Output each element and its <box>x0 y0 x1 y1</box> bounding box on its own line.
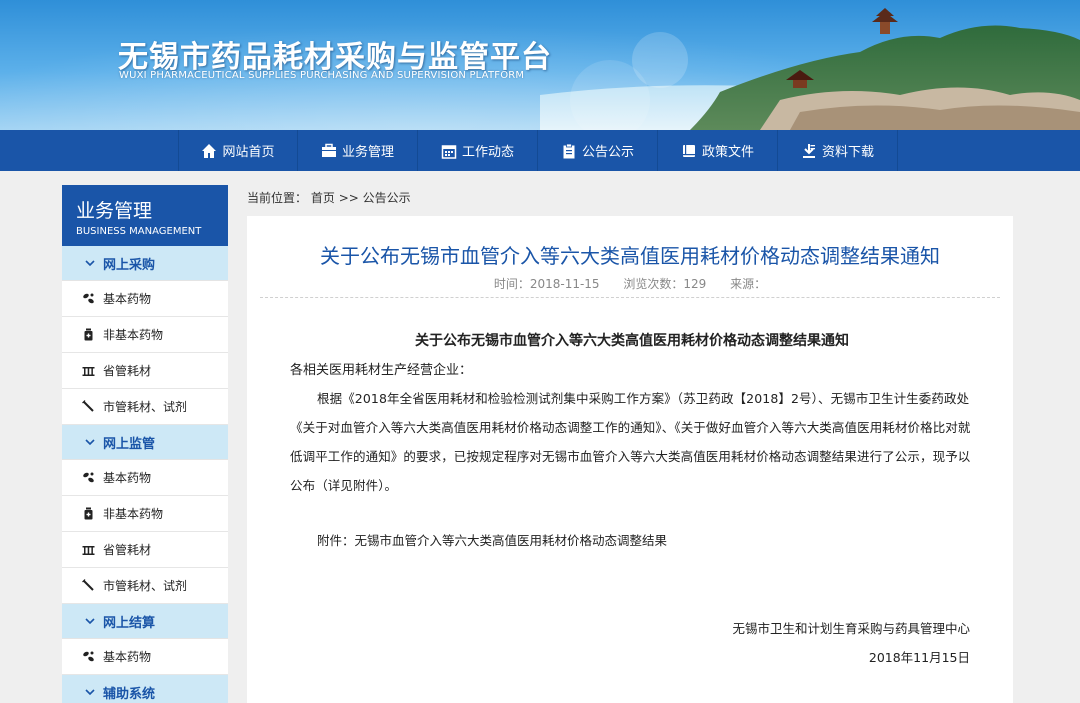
sidebar-title: 业务管理 <box>76 200 153 222</box>
download-icon <box>802 143 815 158</box>
article-body-title: 关于公布无锡市血管介入等六大类高值医用耗材价格动态调整结果通知 <box>415 333 849 349</box>
article-meta: 时间：2018-11-15 浏览次数：129 来源： <box>247 275 1013 292</box>
nav-item-downloads[interactable]: 资料下载 <box>778 130 898 171</box>
sidebar-item-label: 基本药物 <box>103 650 152 664</box>
article-sign-organization: 无锡市卫生和计划生育采购与药具管理中心 <box>732 621 970 636</box>
sidebar-category-online-settlement[interactable]: 网上结算 <box>62 604 228 639</box>
breadcrumb-separator: >> <box>338 191 359 205</box>
nav-item-policy[interactable]: 政策文件 <box>658 130 778 171</box>
sidebar-item-provincial-consumables[interactable]: 省管耗材 <box>62 532 228 568</box>
sidebar-item-label: 省管耗材 <box>103 364 152 378</box>
chevron-down-icon <box>85 689 95 696</box>
nav-item-news[interactable]: 工作动态 <box>418 130 538 171</box>
sidebar-item-label: 非基本药物 <box>103 507 164 521</box>
article-views: 浏览次数：129 <box>623 277 707 291</box>
main-nav: 网站首页 业务管理 工作动态 公告公示 政策文件 资料下载 <box>0 130 1080 171</box>
syringe-icon <box>82 579 94 591</box>
bottle-icon <box>84 507 93 520</box>
sidebar-subtitle: BUSINESS MANAGEMENT <box>76 226 202 237</box>
sidebar-item-provincial-consumables[interactable]: 省管耗材 <box>62 353 228 389</box>
header-banner: 无锡市药品耗材采购与监管平台 WUXI PHARMACEUTICAL SUPPL… <box>0 0 1080 130</box>
sidebar-category-auxiliary[interactable]: 辅助系统 <box>62 675 228 703</box>
chevron-down-icon <box>85 439 95 446</box>
breadcrumb-current-link[interactable]: 公告公示 <box>363 191 411 205</box>
nav-item-label: 工作动态 <box>461 145 514 160</box>
sidebar-category-online-purchase[interactable]: 网上采购 <box>62 246 228 281</box>
nav-item-label: 网站首页 <box>222 145 275 160</box>
pills-icon <box>83 293 94 304</box>
sidebar-item-basic-drugs[interactable]: 基本药物 <box>62 460 228 496</box>
home-icon <box>202 143 217 158</box>
grid-icon <box>82 546 95 555</box>
clipboard-icon <box>563 143 575 158</box>
nav-item-home[interactable]: 网站首页 <box>178 130 298 171</box>
bottle-icon <box>84 328 93 341</box>
sidebar-item-city-consumables[interactable]: 市管耗材、试剂 <box>62 568 228 604</box>
sidebar-header: 业务管理 BUSINESS MANAGEMENT <box>62 185 228 246</box>
nav-item-label: 公告公示 <box>581 145 634 160</box>
chevron-down-icon <box>85 260 95 267</box>
sidebar-item-nonbasic-drugs[interactable]: 非基本药物 <box>62 317 228 353</box>
breadcrumb-prefix: 当前位置： <box>247 191 308 205</box>
sidebar-category-label: 网上监管 <box>103 436 156 452</box>
sidebar-item-label: 市管耗材、试剂 <box>103 579 188 593</box>
sidebar-category-label: 网上结算 <box>103 615 156 631</box>
chevron-down-icon <box>85 618 95 625</box>
nav-item-label: 资料下载 <box>821 145 874 160</box>
calendar-icon <box>441 144 457 159</box>
pills-icon <box>83 651 94 662</box>
article-panel: 关于公布无锡市血管介入等六大类高值医用耗材价格动态调整结果通知 时间：2018-… <box>247 216 1013 703</box>
breadcrumb-home-link[interactable]: 首页 <box>311 191 335 205</box>
site-subtitle: WUXI PHARMACEUTICAL SUPPLIES PURCHASING … <box>119 70 525 81</box>
syringe-icon <box>82 400 94 412</box>
pills-icon <box>83 472 94 483</box>
article-source: 来源： <box>730 277 767 291</box>
article-sign-date: 2018年11月15日 <box>868 650 970 665</box>
sidebar: 业务管理 BUSINESS MANAGEMENT 网上采购 基本药物 非基本药物… <box>62 185 228 703</box>
sidebar-item-label: 基本药物 <box>103 292 152 306</box>
sidebar-category-label: 网上采购 <box>103 257 156 273</box>
nav-item-notices[interactable]: 公告公示 <box>538 130 658 171</box>
sidebar-item-label: 基本药物 <box>103 471 152 485</box>
sidebar-item-label: 省管耗材 <box>103 543 152 557</box>
sidebar-category-label: 辅助系统 <box>103 686 156 702</box>
coastal-scenery-image <box>540 8 1080 130</box>
sidebar-item-nonbasic-drugs[interactable]: 非基本药物 <box>62 496 228 532</box>
breadcrumb: 当前位置： 首页 >> 公告公示 <box>247 189 411 206</box>
sidebar-item-label: 非基本药物 <box>103 328 164 342</box>
grid-icon <box>82 367 95 376</box>
article-title: 关于公布无锡市血管介入等六大类高值医用耗材价格动态调整结果通知 <box>320 244 940 268</box>
article-salutation: 各相关医用耗材生产经营企业： <box>290 363 473 378</box>
nav-item-label: 业务管理 <box>341 145 394 160</box>
article-time: 时间：2018-11-15 <box>493 277 600 291</box>
article-attachment[interactable]: 附件：无锡市血管介入等六大类高值医用耗材价格动态调整结果 <box>317 530 667 549</box>
sidebar-item-city-consumables[interactable]: 市管耗材、试剂 <box>62 389 228 425</box>
sidebar-item-basic-drugs[interactable]: 基本药物 <box>62 281 228 317</box>
briefcase-icon <box>321 143 336 157</box>
article-paragraph: 根据《2018年全省医用耗材和检验检测试剂集中采购工作方案》（苏卫药政【2018… <box>290 391 971 493</box>
title-divider <box>260 297 1000 298</box>
sidebar-item-basic-drugs[interactable]: 基本药物 <box>62 639 228 675</box>
book-icon <box>682 144 695 157</box>
sidebar-item-label: 市管耗材、试剂 <box>103 400 188 414</box>
nav-item-label: 政策文件 <box>701 145 754 160</box>
sidebar-category-online-supervision[interactable]: 网上监管 <box>62 425 228 460</box>
nav-item-business[interactable]: 业务管理 <box>298 130 418 171</box>
